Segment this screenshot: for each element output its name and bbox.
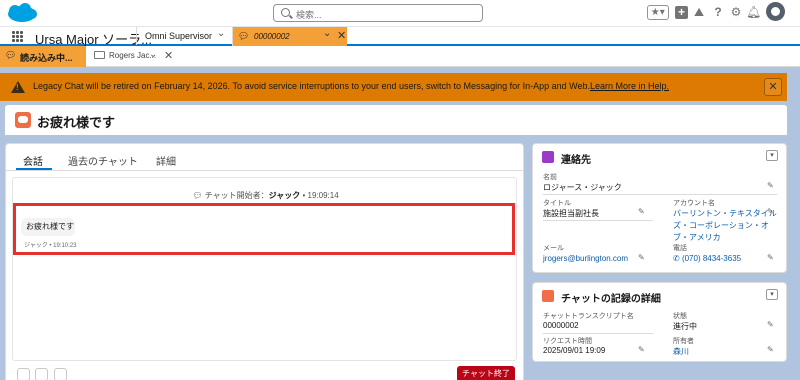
edit-pencil-icon[interactable]: ✎ — [767, 320, 774, 329]
email-link[interactable]: jrogers@burlington.com — [543, 254, 628, 263]
salesforce-logo[interactable] — [6, 3, 38, 24]
owner-link[interactable]: 森川 — [673, 346, 689, 357]
end-chat-button[interactable]: チャット終了 — [457, 366, 515, 380]
subtab-label: 読み込み中... — [20, 53, 73, 63]
account-link[interactable]: バーリントン・テキスタイル — [673, 208, 777, 219]
chat-start-line: 💬︎ チャット開始者：ジャック • 19:09:14 — [13, 190, 518, 201]
phone-icon: ✆ — [673, 254, 682, 263]
edit-pencil-icon[interactable]: ✎ — [767, 181, 774, 190]
app-launcher-icon[interactable] — [12, 31, 23, 42]
favorites-star-icon[interactable]: ★▾ — [647, 5, 669, 20]
transcript-name-value: 00000002 — [543, 321, 579, 330]
app-navigation-bar: Ursa Major ソーラ... Omni Supervisor ⌄ 💬︎ 0… — [0, 26, 800, 47]
quick-text-icon[interactable] — [54, 368, 67, 380]
global-search-input[interactable]: 検索... — [273, 4, 483, 22]
status-label: 状態 — [673, 313, 687, 320]
retirement-warning-banner: Legacy Chat will be retired on February … — [0, 73, 787, 101]
contact-card: 連絡先 ▾ 名前 ロジャース・ジャック ✎ タイトル 施設担当副社長 ✎ アカウ… — [532, 143, 787, 273]
chat-transcript-details-card: チャットの記録の詳細 ▾ チャットトランスクリプト名 00000002 状態 進… — [532, 282, 787, 362]
phone-link[interactable]: ✆ (070) 8434-3635 — [673, 254, 741, 263]
global-header: 検索... ★▾ + ⛰ ? ⚙ 🔔︎ — [0, 0, 800, 26]
edit-pencil-icon[interactable]: ✎ — [767, 207, 774, 216]
owner-label: 所有者 — [673, 338, 694, 345]
card-menu-chevron-icon[interactable]: ▾ — [766, 289, 778, 300]
learn-more-link[interactable]: Learn More in Help. — [590, 81, 669, 91]
avatar[interactable] — [766, 2, 785, 21]
card-title: チャットの記録の詳細 — [561, 294, 661, 305]
status-value: 進行中 — [673, 322, 697, 331]
attach-icon[interactable] — [17, 368, 30, 380]
close-tab-icon[interactable]: ✕ — [164, 49, 173, 62]
edit-pencil-icon[interactable]: ✎ — [767, 253, 774, 262]
edit-pencil-icon[interactable]: ✎ — [767, 345, 774, 354]
tab-label: 00000002 — [254, 32, 290, 41]
title-label: タイトル — [543, 200, 571, 207]
banner-close-button[interactable]: ✕ — [764, 78, 782, 96]
gear-icon[interactable]: ⚙ — [729, 5, 743, 19]
subtab-rogers-contact[interactable]: Rogers Jac... ⌄ ✕ — [88, 46, 183, 67]
help-icon[interactable]: ? — [711, 5, 725, 19]
banner-text: Legacy Chat will be retired on February … — [33, 81, 590, 91]
card-title: 連絡先 — [561, 155, 591, 166]
transfer-icon[interactable] — [35, 368, 48, 380]
account-label: アカウント名 — [673, 200, 715, 207]
tab-chat-transcript[interactable]: 💬︎ 00000002 ⌄ ✕ — [232, 27, 347, 46]
conversation-card: 会話 過去のチャット 詳細 💬︎ チャット開始者：ジャック • 19:09:14… — [5, 143, 524, 380]
chat-start-name: ジャック — [268, 191, 301, 200]
tab-details[interactable]: 詳細 — [156, 153, 176, 168]
account-link-line3[interactable]: ブ・アメリカ — [673, 232, 721, 243]
record-header: お疲れ様です — [5, 105, 787, 135]
name-value: ロジャース・ジャック — [543, 183, 622, 192]
subtab-loading[interactable]: 💬︎ 読み込み中... — [0, 46, 86, 67]
chat-icon: 💬︎ — [5, 50, 17, 60]
divider — [543, 220, 653, 221]
bell-icon[interactable]: 🔔︎ — [746, 5, 761, 19]
edit-pencil-icon[interactable]: ✎ — [638, 253, 645, 262]
search-placeholder: 検索... — [296, 10, 322, 20]
subtab-bar: 💬︎ 読み込み中... Rogers Jac... ⌄ ✕ — [0, 46, 800, 67]
trailhead-icon[interactable]: ⛰ — [692, 5, 706, 19]
chat-transcript-icon — [15, 112, 31, 128]
card-menu-chevron-icon[interactable]: ▾ — [766, 150, 778, 161]
request-time-label: リクエスト時間 — [543, 338, 592, 345]
edit-pencil-icon[interactable]: ✎ — [638, 345, 645, 354]
title-value: 施設担当副社長 — [543, 209, 599, 218]
request-time-value: 2025/09/01 19:09 — [543, 346, 606, 355]
divider — [543, 194, 777, 195]
chevron-down-icon[interactable]: ⌄ — [149, 49, 157, 60]
divider — [6, 170, 523, 171]
page-title: お疲れ様です — [37, 115, 116, 130]
email-label: メール — [543, 245, 564, 252]
chevron-down-icon[interactable]: ⌄ — [323, 28, 331, 39]
banner-message: Legacy Chat will be retired on February … — [33, 81, 669, 91]
tab-conversation[interactable]: 会話 — [23, 153, 43, 168]
divider — [543, 333, 653, 334]
chat-transcript-icon — [542, 290, 554, 302]
tab-past-chats[interactable]: 過去のチャット — [68, 153, 138, 168]
transcript-name-label: チャットトランスクリプト名 — [543, 313, 634, 320]
phone-label: 電話 — [673, 245, 687, 252]
tab-omni-supervisor[interactable]: Omni Supervisor ⌄ — [136, 27, 230, 45]
contact-card-icon — [94, 51, 105, 59]
chat-start-prefix: チャット開始者： — [204, 191, 269, 200]
tab-label: Omni Supervisor — [145, 31, 213, 41]
chat-icon: 💬︎ — [238, 31, 250, 41]
name-label: 名前 — [543, 174, 557, 181]
close-tab-icon[interactable]: ✕ — [337, 29, 346, 42]
phone-value: (070) 8434-3635 — [681, 254, 742, 263]
account-link-line2[interactable]: ズ・コーポレーション・オ — [673, 220, 769, 231]
edit-pencil-icon[interactable]: ✎ — [638, 207, 645, 216]
chat-start-time: • 19:09:14 — [302, 191, 339, 200]
highlight-box — [13, 203, 515, 255]
search-icon — [281, 8, 290, 17]
chat-icon: 💬︎ — [192, 191, 205, 200]
warning-icon — [11, 81, 25, 93]
contact-icon — [542, 151, 554, 163]
add-icon[interactable]: + — [675, 6, 688, 19]
chevron-down-icon[interactable]: ⌄ — [217, 28, 225, 39]
